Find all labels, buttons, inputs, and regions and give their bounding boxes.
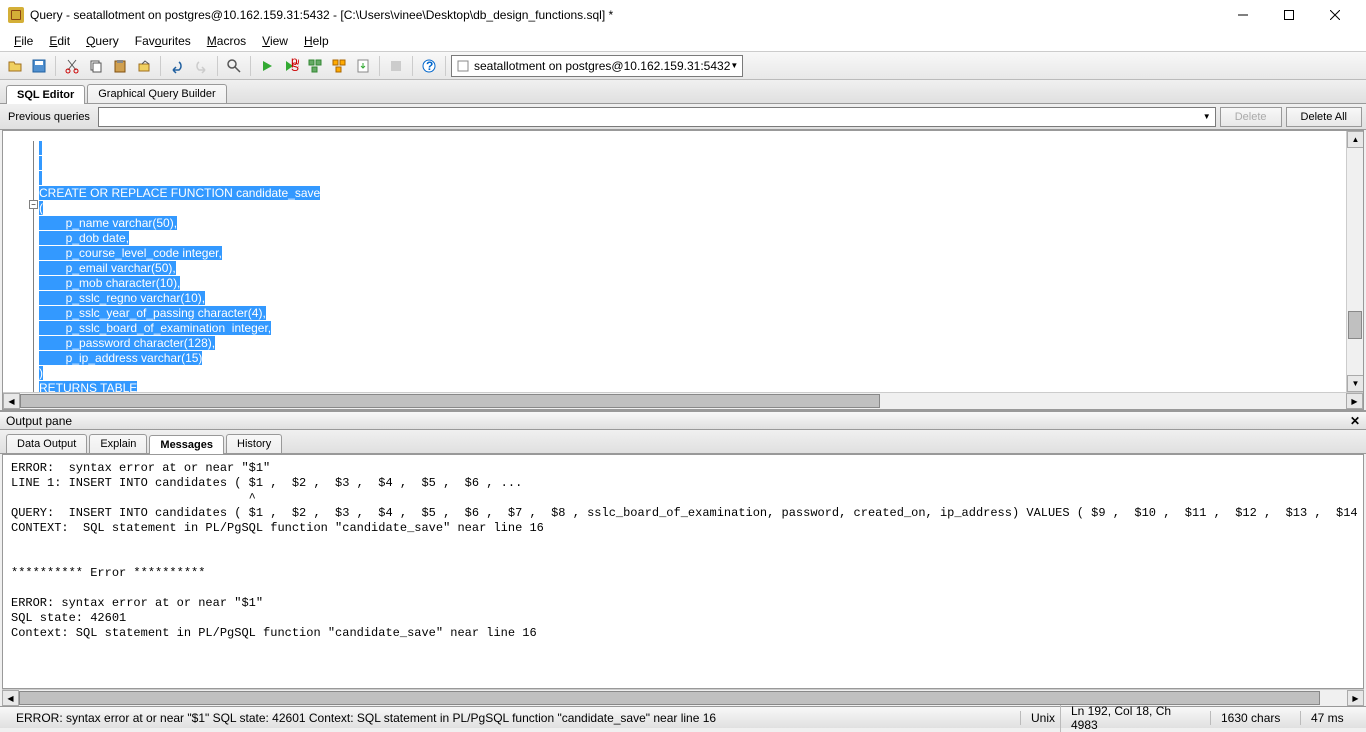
tab-data-output[interactable]: Data Output: [6, 434, 87, 453]
toolbar: pgS ? seatallotment on postgres@10.162.1…: [0, 52, 1366, 80]
messages-horizontal-scrollbar[interactable]: ◀ ▶: [2, 689, 1364, 706]
tab-sql-editor[interactable]: SQL Editor: [6, 85, 85, 104]
scroll-thumb[interactable]: [19, 691, 1320, 705]
combo-arrow-icon: ▼: [730, 61, 738, 70]
output-close-button[interactable]: ✕: [1350, 414, 1360, 428]
menu-macros[interactable]: Macros: [199, 32, 254, 50]
cancel-icon[interactable]: [385, 55, 407, 77]
cut-icon[interactable]: [61, 55, 83, 77]
minimize-button[interactable]: [1220, 0, 1266, 30]
delete-query-button: Delete: [1220, 107, 1282, 127]
status-time: 47 ms: [1300, 711, 1360, 725]
redo-icon[interactable]: [190, 55, 212, 77]
savefile-icon[interactable]: [352, 55, 374, 77]
pgscript-icon[interactable]: pgS: [280, 55, 302, 77]
tab-history[interactable]: History: [226, 434, 282, 453]
explain-analyze-icon[interactable]: [328, 55, 350, 77]
output-pane-header: Output pane ✕: [0, 410, 1366, 430]
output-tabs: Data Output Explain Messages History: [0, 430, 1366, 454]
connection-label: seatallotment on postgres@10.162.159.31:…: [474, 59, 730, 73]
window-title: Query - seatallotment on postgres@10.162…: [30, 8, 1220, 22]
find-icon[interactable]: [223, 55, 245, 77]
tab-explain[interactable]: Explain: [89, 434, 147, 453]
scroll-left-arrow[interactable]: ◀: [3, 393, 20, 409]
svg-text:?: ?: [426, 59, 433, 73]
explain-icon[interactable]: [304, 55, 326, 77]
previous-queries-combo[interactable]: ▼: [98, 107, 1216, 127]
clear-icon[interactable]: [133, 55, 155, 77]
maximize-button[interactable]: [1266, 0, 1312, 30]
open-icon[interactable]: [4, 55, 26, 77]
menubar: File Edit Query Favourites Macros View H…: [0, 30, 1366, 52]
copy-icon[interactable]: [85, 55, 107, 77]
menu-favourites[interactable]: Favourites: [127, 32, 199, 50]
tab-graphical-query-builder[interactable]: Graphical Query Builder: [87, 84, 226, 103]
messages-output[interactable]: ERROR: syntax error at or near "$1" LINE…: [2, 454, 1364, 689]
save-icon[interactable]: [28, 55, 50, 77]
previous-queries-bar: Previous queries ▼ Delete Delete All: [0, 104, 1366, 130]
close-button[interactable]: [1312, 0, 1358, 30]
status-os: Unix: [1020, 711, 1060, 725]
help-icon[interactable]: ?: [418, 55, 440, 77]
menu-file[interactable]: File: [6, 32, 41, 50]
combo-arrow-icon: ▼: [1199, 112, 1215, 121]
tab-messages[interactable]: Messages: [149, 435, 224, 454]
paste-icon[interactable]: [109, 55, 131, 77]
scroll-up-arrow[interactable]: ▲: [1347, 131, 1363, 148]
editor-tabs: SQL Editor Graphical Query Builder: [0, 80, 1366, 104]
delete-all-queries-button[interactable]: Delete All: [1286, 107, 1362, 127]
menu-view[interactable]: View: [254, 32, 296, 50]
undo-icon[interactable]: [166, 55, 188, 77]
code-area[interactable]: CREATE OR REPLACE FUNCTION candidate_sav…: [39, 131, 1346, 392]
scroll-down-arrow[interactable]: ▼: [1347, 375, 1363, 392]
status-chars: 1630 chars: [1210, 711, 1300, 725]
menu-help[interactable]: Help: [296, 32, 337, 50]
scroll-right-arrow[interactable]: ▶: [1347, 690, 1364, 706]
fold-toggle[interactable]: −: [29, 200, 38, 209]
menu-edit[interactable]: Edit: [41, 32, 78, 50]
run-icon[interactable]: [256, 55, 278, 77]
status-position: Ln 192, Col 18, Ch 4983: [1060, 704, 1210, 732]
vertical-scrollbar[interactable]: ▲ ▼: [1346, 131, 1363, 392]
sql-editor[interactable]: − − CREATE OR REPLACE FUNCTION candidate…: [3, 131, 1363, 392]
status-error: ERROR: syntax error at or near "$1" SQL …: [6, 711, 1020, 725]
titlebar: Query - seatallotment on postgres@10.162…: [0, 0, 1366, 30]
scroll-thumb[interactable]: [1348, 311, 1362, 339]
previous-queries-label: Previous queries: [4, 111, 94, 123]
output-pane-title: Output pane: [6, 414, 72, 428]
menu-query[interactable]: Query: [78, 32, 127, 50]
editor-gutter: − −: [3, 131, 39, 392]
connection-combo[interactable]: seatallotment on postgres@10.162.159.31:…: [451, 55, 743, 77]
statusbar: ERROR: syntax error at or near "$1" SQL …: [0, 706, 1366, 728]
app-icon: [8, 7, 24, 23]
scroll-thumb[interactable]: [20, 394, 880, 408]
scroll-right-arrow[interactable]: ▶: [1346, 393, 1363, 409]
svg-text:S: S: [291, 60, 299, 74]
scroll-left-arrow[interactable]: ◀: [2, 690, 19, 706]
horizontal-scrollbar[interactable]: ◀ ▶: [3, 392, 1363, 409]
